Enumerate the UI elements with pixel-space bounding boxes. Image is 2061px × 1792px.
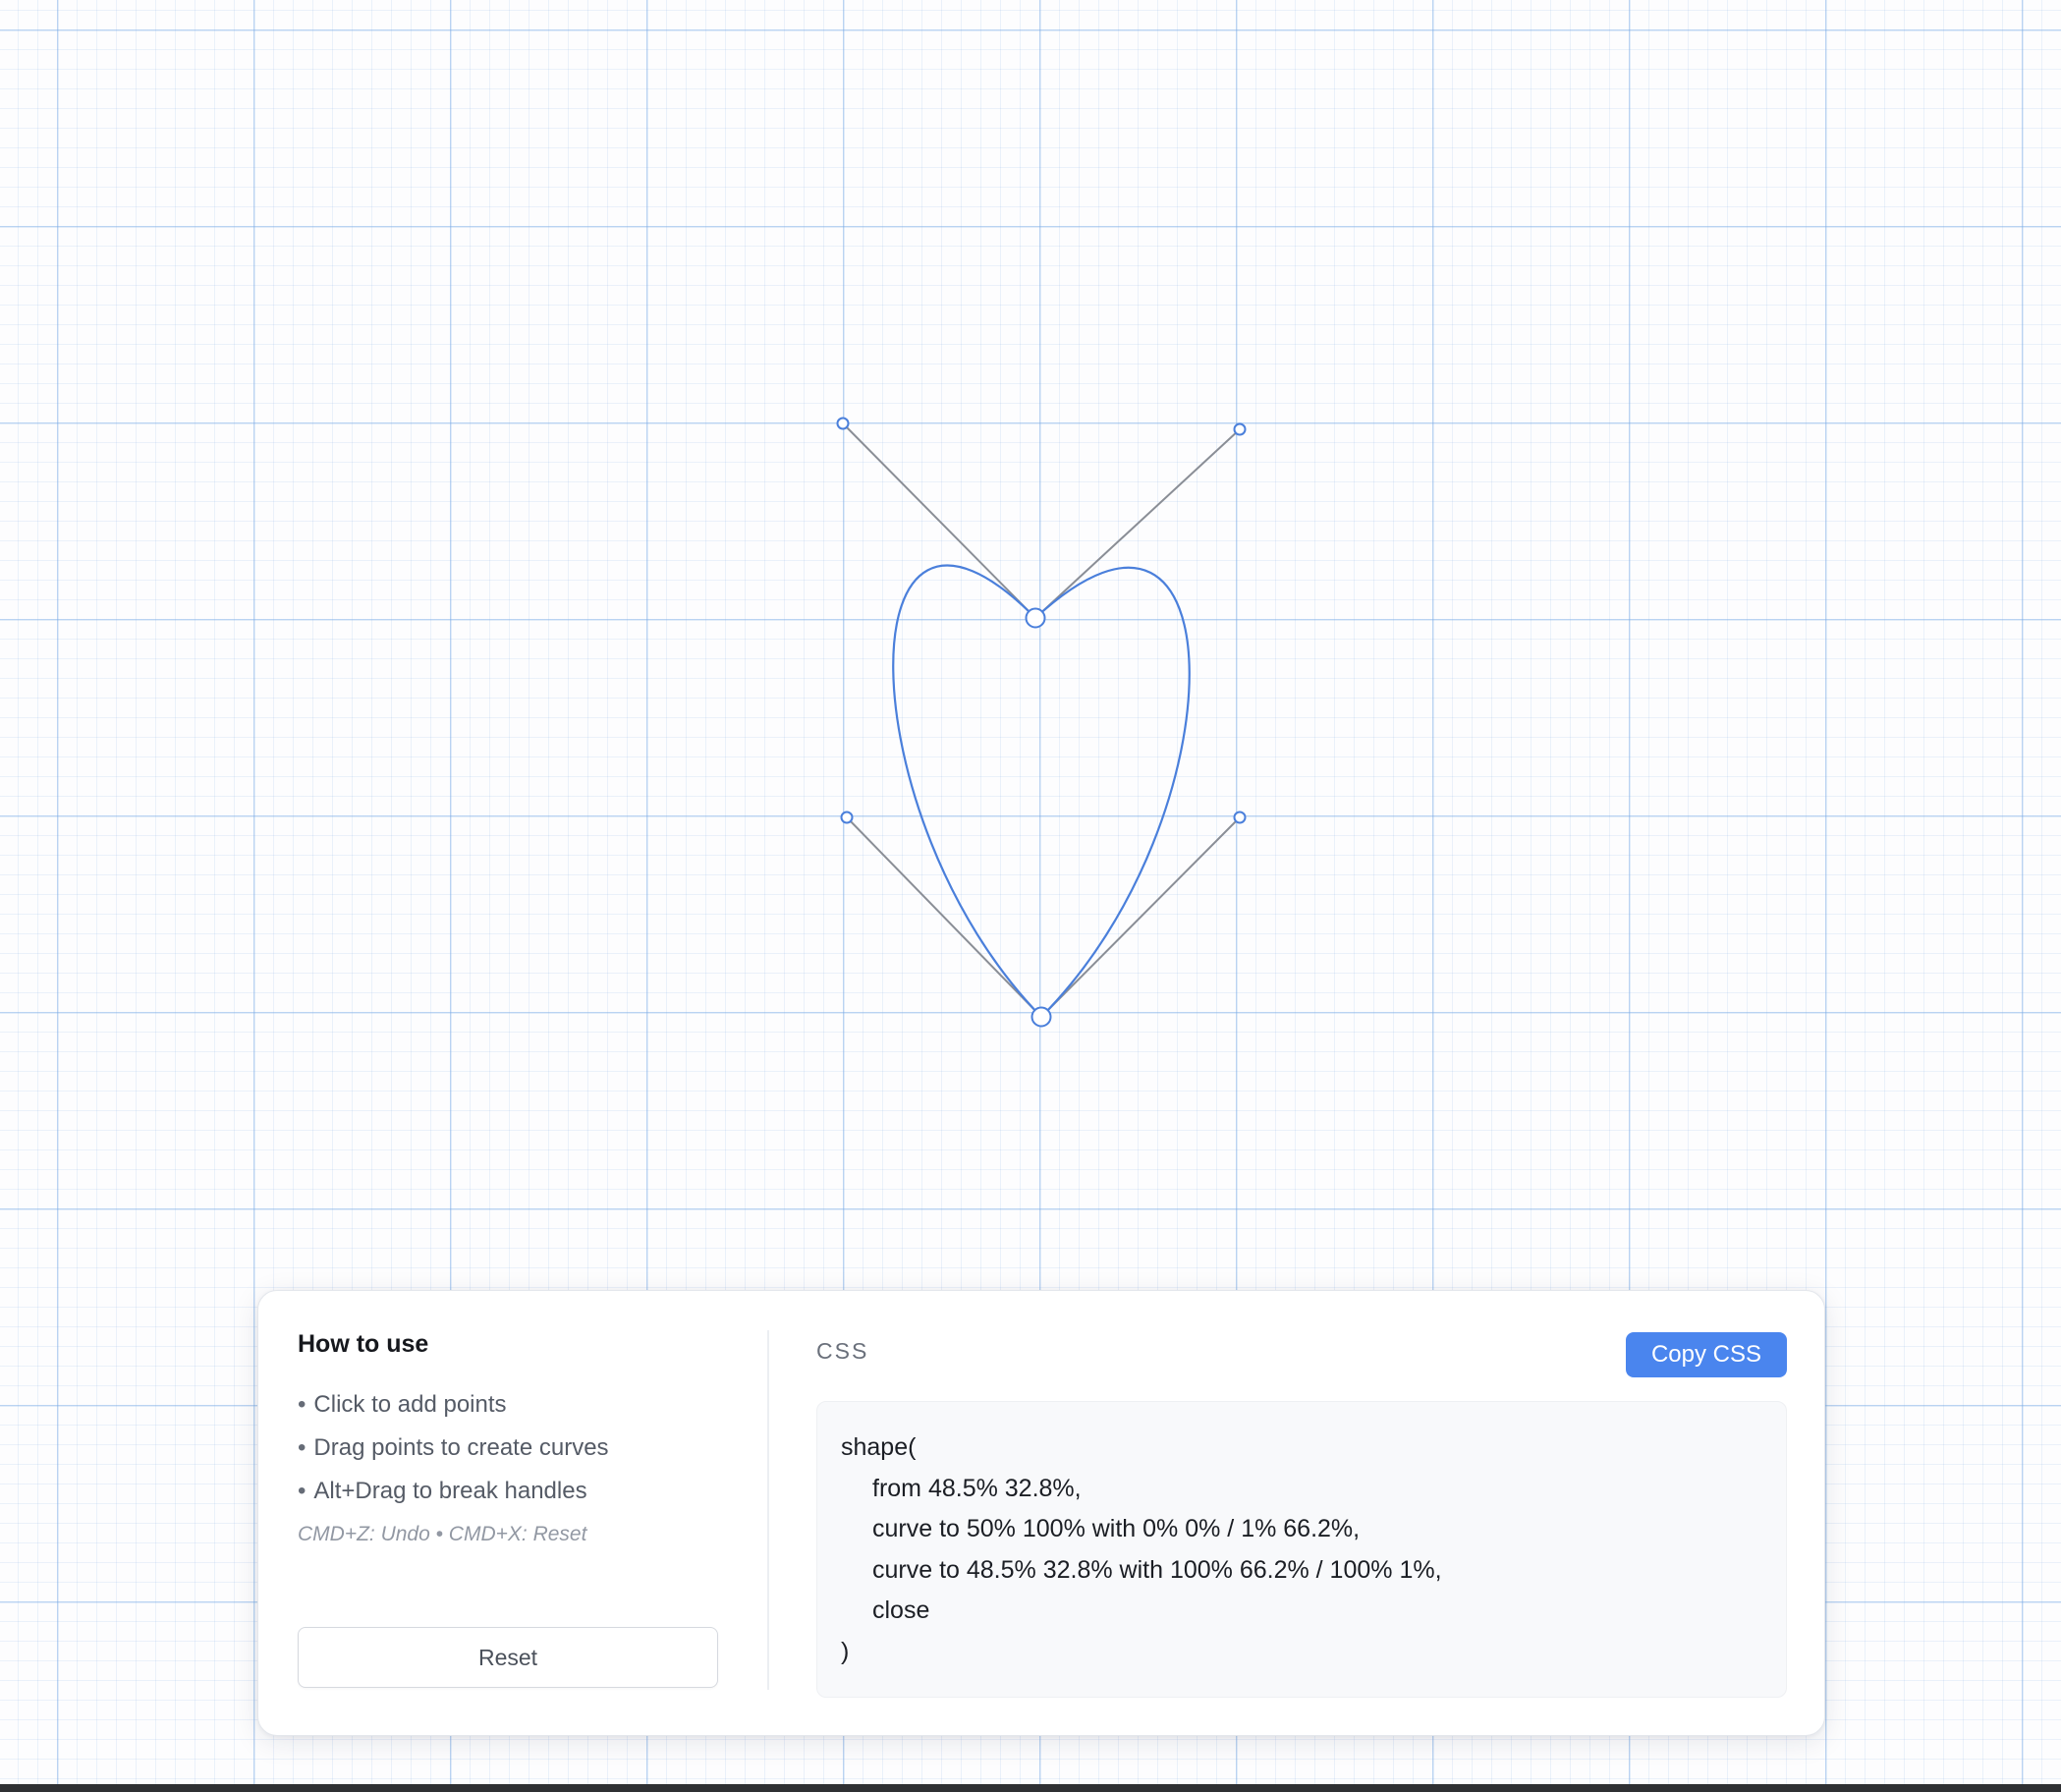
instruction-item: • Drag points to create curves <box>298 1427 609 1470</box>
instruction-text: Click to add points <box>313 1391 507 1418</box>
bullet-icon: • <box>298 1391 306 1418</box>
code-line: ) <box>841 1637 850 1665</box>
instruction-text: Alt+Drag to break handles <box>313 1478 587 1504</box>
control-handle-bottom-left[interactable] <box>840 811 854 824</box>
handle-line-top-left <box>842 422 1036 619</box>
code-line: close <box>872 1596 930 1624</box>
instruction-item: • Alt+Drag to break handles <box>298 1470 609 1513</box>
code-line: from 48.5% 32.8%, <box>872 1474 1082 1502</box>
anchor-point-top[interactable] <box>1025 607 1046 629</box>
control-handle-top-left[interactable] <box>836 417 850 430</box>
heart-shape-path[interactable] <box>892 564 1191 1019</box>
how-to-use-title: How to use <box>298 1330 429 1358</box>
css-section-label: CSS <box>816 1338 869 1364</box>
code-line: curve to 48.5% 32.8% with 100% 66.2% / 1… <box>872 1555 1442 1584</box>
copy-css-button[interactable]: Copy CSS <box>1626 1332 1787 1377</box>
reset-button[interactable]: Reset <box>298 1627 718 1688</box>
instruction-list: • Click to add points • Drag points to cre… <box>298 1383 609 1513</box>
css-code-block[interactable]: shape( from 48.5% 32.8%, curve to 50% 10… <box>816 1401 1787 1698</box>
bullet-icon: • <box>298 1434 306 1461</box>
anchor-point-bottom[interactable] <box>1030 1006 1052 1028</box>
window-bottom-edge <box>0 1784 2061 1792</box>
handle-line-bottom-left <box>846 816 1042 1018</box>
handle-line-bottom-right <box>1040 816 1241 1018</box>
instruction-item: • Click to add points <box>298 1383 609 1427</box>
handle-line-top-right <box>1034 428 1241 619</box>
control-panel: How to use • Click to add points • Drag po… <box>257 1290 1825 1736</box>
panel-divider <box>767 1330 769 1690</box>
keyboard-shortcuts-hint: CMD+Z: Undo • CMD+X: Reset <box>298 1523 587 1545</box>
code-line: curve to 50% 100% with 0% 0% / 1% 66.2%, <box>872 1515 1361 1542</box>
instruction-text: Drag points to create curves <box>313 1434 609 1461</box>
code-line: shape( <box>841 1433 917 1461</box>
bullet-icon: • <box>298 1478 306 1504</box>
control-handle-top-right[interactable] <box>1233 422 1247 436</box>
instructions-section: How to use • Click to add points • Drag po… <box>298 1328 720 1545</box>
control-handle-bottom-right[interactable] <box>1233 811 1247 824</box>
